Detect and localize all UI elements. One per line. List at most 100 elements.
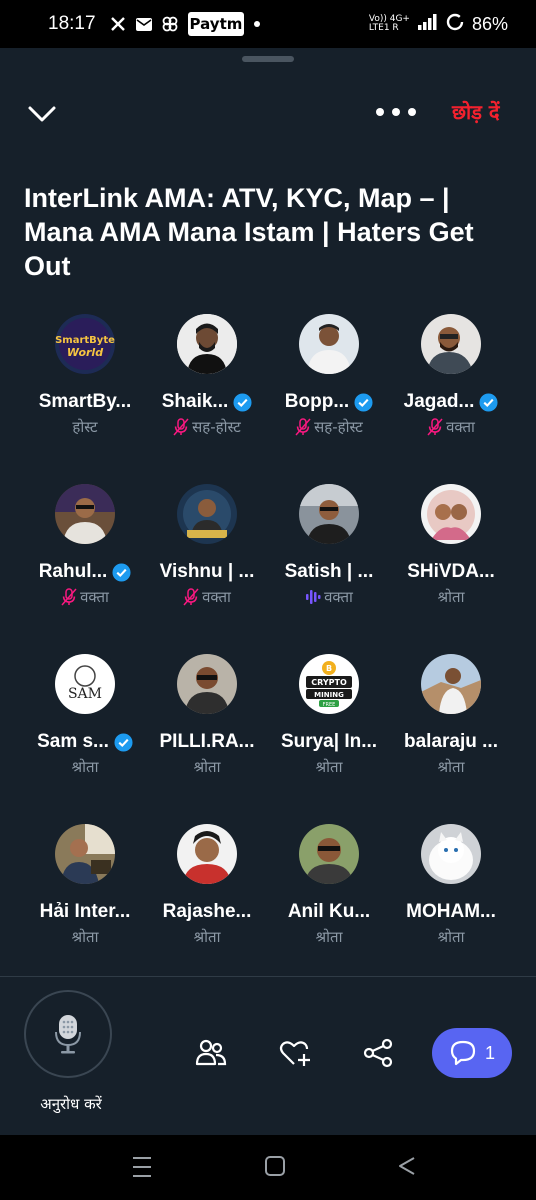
participant-name: MOHAM... bbox=[406, 901, 496, 922]
mic-off-icon bbox=[427, 418, 443, 436]
participant[interactable]: Rajashe... श्रोता bbox=[146, 824, 268, 947]
participant-name: Bopp... bbox=[284, 391, 350, 412]
drag-handle[interactable] bbox=[242, 56, 294, 62]
participant-name: Shaik... bbox=[161, 391, 229, 412]
status-time: 18:17 bbox=[48, 13, 96, 34]
svg-text:FREE: FREE bbox=[323, 702, 336, 708]
mail-icon bbox=[135, 17, 152, 31]
avatar: SAM bbox=[55, 654, 115, 714]
participant-name: PILLI.RA... bbox=[159, 731, 255, 752]
participant-name: Hải Inter... bbox=[39, 901, 131, 922]
participant[interactable]: Rahul... वक्ता bbox=[24, 484, 146, 607]
microphone-icon bbox=[55, 1015, 81, 1054]
participant-name: Rahul... bbox=[38, 561, 108, 582]
verified-badge-icon bbox=[479, 392, 498, 412]
participant-name: Sam s... bbox=[37, 731, 109, 752]
participant[interactable]: Vishnu | ... वक्ता bbox=[146, 484, 268, 607]
avatar bbox=[421, 654, 481, 714]
heart-plus-icon[interactable] bbox=[278, 1036, 312, 1070]
more-options-icon[interactable] bbox=[376, 100, 416, 124]
system-nav-bar bbox=[0, 1135, 536, 1200]
participant-name: Rajashe... bbox=[162, 901, 252, 922]
participant-name: Anil Ku... bbox=[287, 901, 371, 922]
space-sheet: छोड़ दें InterLink AMA: ATV, KYC, Map – … bbox=[0, 48, 536, 1135]
svg-text:SmartByte: SmartByte bbox=[55, 335, 115, 346]
speaking-indicator-icon bbox=[306, 590, 321, 604]
avatar bbox=[55, 484, 115, 544]
avatar bbox=[421, 484, 481, 544]
participant[interactable]: Bopp... सह-होस्ट bbox=[268, 314, 390, 437]
participant[interactable]: balaraju ... श्रोता bbox=[390, 654, 512, 777]
mic-off-icon bbox=[183, 588, 199, 606]
leave-button[interactable]: छोड़ दें bbox=[452, 98, 499, 125]
avatar bbox=[177, 824, 237, 884]
mic-off-icon bbox=[173, 418, 189, 436]
avatar: SmartByte World bbox=[55, 314, 115, 374]
mic-off-icon bbox=[61, 588, 77, 606]
participant-role: वक्ता bbox=[202, 588, 231, 606]
participant-name: SHiVDA... bbox=[407, 561, 495, 582]
participant[interactable]: Hải Inter... श्रोता bbox=[24, 824, 146, 947]
pinwheel-icon bbox=[162, 16, 178, 32]
share-icon[interactable] bbox=[361, 1036, 395, 1070]
participant[interactable]: Jagad... वक्ता bbox=[390, 314, 512, 437]
participant[interactable]: PILLI.RA... श्रोता bbox=[146, 654, 268, 777]
participant-role: श्रोता bbox=[71, 928, 99, 946]
participant-role: सह-होस्ट bbox=[192, 418, 241, 436]
avatar bbox=[177, 314, 237, 374]
participant[interactable]: MOHAM... श्रोता bbox=[390, 824, 512, 947]
space-title: InterLink AMA: ATV, KYC, Map – | Mana AM… bbox=[24, 183, 474, 281]
participant-role: वक्ता bbox=[446, 418, 475, 436]
signal-icon bbox=[417, 14, 438, 34]
participant[interactable]: SHiVDA... श्रोता bbox=[390, 484, 512, 607]
participant-role: सह-होस्ट bbox=[314, 418, 363, 436]
avatar bbox=[299, 314, 359, 374]
participant-role: वक्ता bbox=[324, 588, 353, 606]
participant-role: श्रोता bbox=[71, 758, 99, 776]
participant[interactable]: SmartByte World SmartBy... होस्ट bbox=[24, 314, 146, 437]
back-icon[interactable] bbox=[396, 1155, 418, 1181]
avatar bbox=[177, 484, 237, 544]
participant-role: श्रोता bbox=[437, 758, 465, 776]
chat-button[interactable]: 1 bbox=[432, 1028, 512, 1078]
verified-badge-icon bbox=[112, 562, 131, 582]
avatar bbox=[299, 824, 359, 884]
recent-apps-icon[interactable] bbox=[132, 1155, 152, 1183]
network-line-2: LTE1 R bbox=[368, 23, 399, 33]
status-bar: 18:17 Paytm Vo)) 4G+ LTE1 R 86% bbox=[0, 0, 536, 48]
avatar bbox=[55, 824, 115, 884]
chevron-down-icon[interactable] bbox=[26, 98, 58, 130]
participant-role: श्रोता bbox=[437, 928, 465, 946]
svg-text:CRYPTO: CRYPTO bbox=[311, 678, 347, 687]
participant-role: वक्ता bbox=[80, 588, 109, 606]
divider bbox=[0, 976, 536, 977]
participant-role: श्रोता bbox=[193, 758, 221, 776]
mic-off-icon bbox=[295, 418, 311, 436]
participant-role: श्रोता bbox=[193, 928, 221, 946]
verified-badge-icon bbox=[354, 392, 373, 412]
participant[interactable]: Shaik... सह-होस्ट bbox=[146, 314, 268, 437]
participant[interactable]: Satish | ... वक्ता bbox=[268, 484, 390, 607]
participant[interactable]: Anil Ku... श्रोता bbox=[268, 824, 390, 947]
request-mic-button[interactable] bbox=[24, 990, 112, 1078]
paytm-icon: Paytm bbox=[187, 12, 245, 36]
participant[interactable]: B CRYPTO MINING FREE Surya| In... श्रोता bbox=[268, 654, 390, 777]
participant-name: balaraju ... bbox=[404, 731, 498, 752]
x-app-icon bbox=[110, 16, 126, 32]
avatar: B CRYPTO MINING FREE bbox=[299, 654, 359, 714]
participant-role: श्रोता bbox=[315, 928, 343, 946]
home-icon[interactable] bbox=[264, 1155, 286, 1181]
people-icon[interactable] bbox=[194, 1036, 228, 1070]
dot-icon bbox=[254, 21, 261, 27]
participant-name: Vishnu | ... bbox=[159, 561, 255, 582]
battery-icon bbox=[446, 13, 464, 35]
svg-text:MINING: MINING bbox=[314, 691, 344, 699]
participant-name: Satish | ... bbox=[284, 561, 374, 582]
avatar bbox=[177, 654, 237, 714]
chat-count: 1 bbox=[484, 1042, 495, 1063]
verified-badge-icon bbox=[233, 392, 252, 412]
participant[interactable]: SAM Sam s... श्रोता bbox=[24, 654, 146, 777]
battery-percent: 86% bbox=[471, 13, 508, 34]
avatar bbox=[421, 314, 481, 374]
network-indicator: Vo)) 4G+ LTE1 R bbox=[369, 15, 410, 33]
